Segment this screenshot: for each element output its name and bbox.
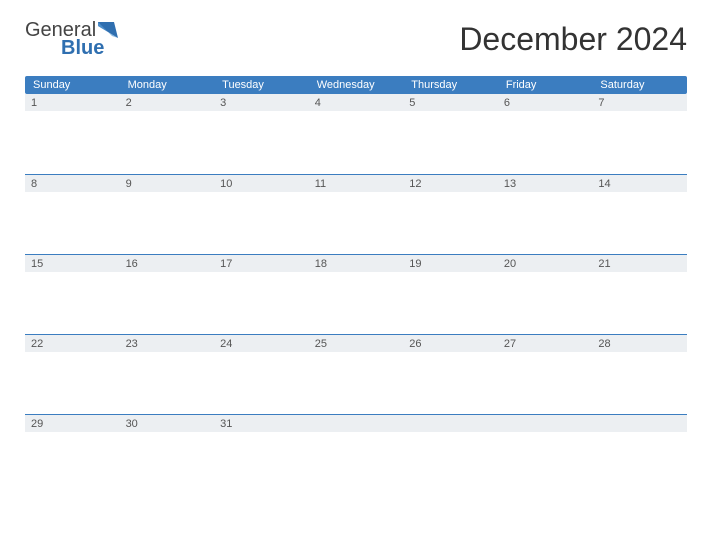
week-row: 891011121314 — [25, 174, 687, 254]
day-cell: 7 — [592, 94, 687, 174]
day-cell: 15 — [25, 254, 120, 334]
day-number: 1 — [25, 94, 120, 111]
day-cell: 25 — [309, 334, 404, 414]
day-number: 18 — [309, 255, 404, 272]
day-cell: 13 — [498, 174, 593, 254]
day-number: 10 — [214, 175, 309, 192]
day-cell — [498, 414, 593, 494]
day-cell: 30 — [120, 414, 215, 494]
day-number: 27 — [498, 335, 593, 352]
day-cell: 8 — [25, 174, 120, 254]
day-cell: 12 — [403, 174, 498, 254]
day-header-sunday: Sunday — [25, 76, 120, 94]
day-cell: 27 — [498, 334, 593, 414]
day-cell: 2 — [120, 94, 215, 174]
day-number — [498, 415, 593, 432]
day-cell: 17 — [214, 254, 309, 334]
day-number: 9 — [120, 175, 215, 192]
day-header-thursday: Thursday — [403, 76, 498, 94]
calendar: Sunday Monday Tuesday Wednesday Thursday… — [25, 76, 687, 494]
day-number: 31 — [214, 415, 309, 432]
day-number: 20 — [498, 255, 593, 272]
day-number: 6 — [498, 94, 593, 111]
day-header-wednesday: Wednesday — [309, 76, 404, 94]
day-header-saturday: Saturday — [592, 76, 687, 94]
day-cell: 14 — [592, 174, 687, 254]
header: General Blue December 2024 — [25, 20, 687, 58]
day-number: 19 — [403, 255, 498, 272]
day-number: 21 — [592, 255, 687, 272]
day-cell: 6 — [498, 94, 593, 174]
day-number: 17 — [214, 255, 309, 272]
day-cell — [592, 414, 687, 494]
day-number: 28 — [592, 335, 687, 352]
day-cell: 31 — [214, 414, 309, 494]
day-cell: 9 — [120, 174, 215, 254]
day-cell — [309, 414, 404, 494]
day-cell: 16 — [120, 254, 215, 334]
day-number: 26 — [403, 335, 498, 352]
day-number: 11 — [309, 175, 404, 192]
day-cell: 22 — [25, 334, 120, 414]
day-number — [592, 415, 687, 432]
day-number: 2 — [120, 94, 215, 111]
day-cell: 10 — [214, 174, 309, 254]
day-number: 15 — [25, 255, 120, 272]
day-number: 30 — [120, 415, 215, 432]
day-number: 23 — [120, 335, 215, 352]
day-cell: 11 — [309, 174, 404, 254]
day-cell: 20 — [498, 254, 593, 334]
day-headers-row: Sunday Monday Tuesday Wednesday Thursday… — [25, 76, 687, 94]
day-number: 5 — [403, 94, 498, 111]
day-cell: 19 — [403, 254, 498, 334]
day-cell: 28 — [592, 334, 687, 414]
day-header-tuesday: Tuesday — [214, 76, 309, 94]
page-title: December 2024 — [459, 21, 687, 58]
logo: General Blue — [25, 20, 118, 58]
day-number: 4 — [309, 94, 404, 111]
week-row: 1234567 — [25, 94, 687, 174]
day-cell: 29 — [25, 414, 120, 494]
day-cell: 24 — [214, 334, 309, 414]
day-number: 16 — [120, 255, 215, 272]
day-cell — [403, 414, 498, 494]
day-number: 7 — [592, 94, 687, 111]
day-number — [309, 415, 404, 432]
week-row: 293031 — [25, 414, 687, 494]
day-number: 22 — [25, 335, 120, 352]
day-header-monday: Monday — [120, 76, 215, 94]
day-cell: 23 — [120, 334, 215, 414]
week-row: 15161718192021 — [25, 254, 687, 334]
day-number: 24 — [214, 335, 309, 352]
day-number: 3 — [214, 94, 309, 111]
day-cell: 26 — [403, 334, 498, 414]
day-cell: 4 — [309, 94, 404, 174]
day-cell: 18 — [309, 254, 404, 334]
week-row: 22232425262728 — [25, 334, 687, 414]
weeks-container: 1234567891011121314151617181920212223242… — [25, 94, 687, 494]
day-cell: 3 — [214, 94, 309, 174]
day-header-friday: Friday — [498, 76, 593, 94]
day-cell: 5 — [403, 94, 498, 174]
day-number: 13 — [498, 175, 593, 192]
day-number: 8 — [25, 175, 120, 192]
day-number: 29 — [25, 415, 120, 432]
day-number: 25 — [309, 335, 404, 352]
day-cell: 1 — [25, 94, 120, 174]
day-number — [403, 415, 498, 432]
day-number: 12 — [403, 175, 498, 192]
day-number: 14 — [592, 175, 687, 192]
day-cell: 21 — [592, 254, 687, 334]
